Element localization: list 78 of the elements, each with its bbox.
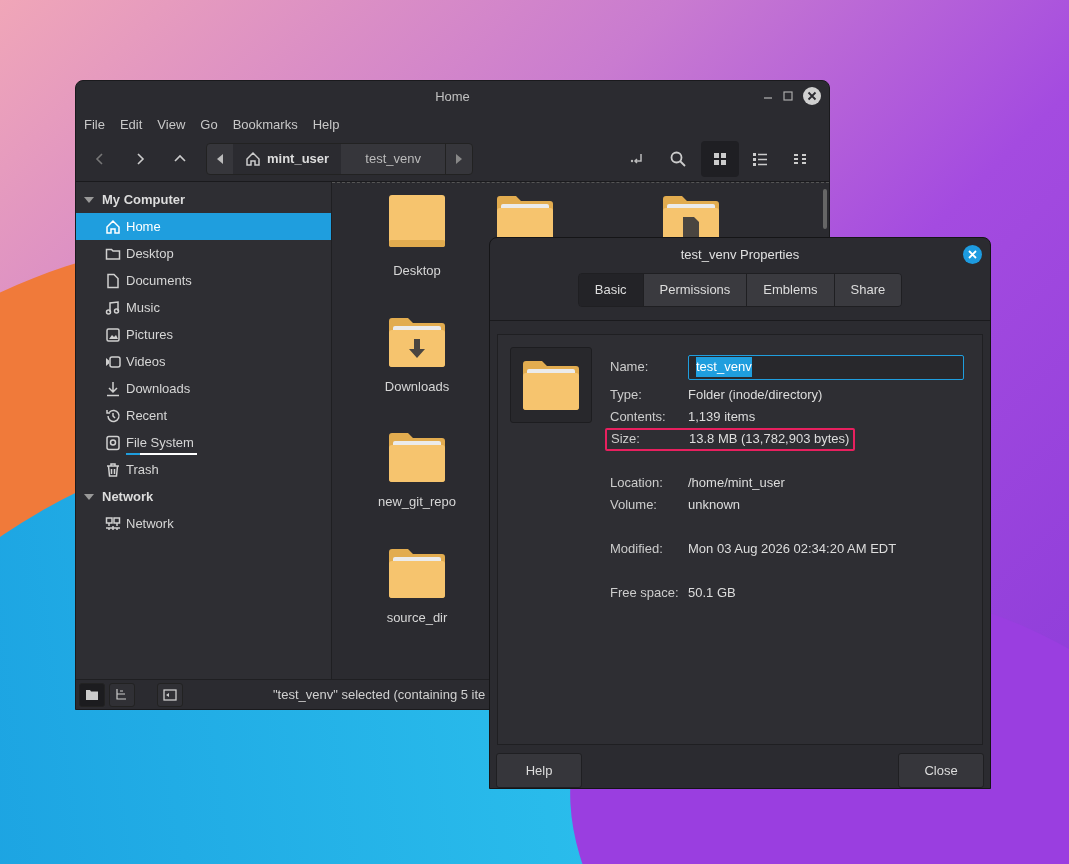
sidebar-item[interactable]: Network [76,510,331,537]
status-button[interactable] [157,682,183,707]
scroll-left-icon[interactable] [215,153,225,165]
home-icon [105,218,121,235]
field-label: Free space: [610,584,680,603]
status-button[interactable] [109,682,135,707]
menu-item[interactable]: Bookmarks [232,115,298,135]
tab[interactable]: Emblems [746,274,834,307]
field-value: unknown [688,496,741,515]
field-label: Name: [610,358,650,377]
scrollbar[interactable] [823,189,827,229]
window-title: Home [435,88,470,107]
sidebar-item[interactable]: Trash [76,456,331,483]
maximize-icon[interactable] [783,91,793,101]
grid-icon [712,151,728,167]
status-button[interactable] [79,682,105,707]
field-value: 1,139 items [688,408,756,427]
sidebar-item[interactable]: Desktop [76,240,331,267]
folder-icon [389,432,445,482]
folder-icon [523,360,579,411]
field-value: Mon 03 Aug 2026 02:34:20 AM EDT [688,540,897,559]
sidebar-item[interactable]: Recent [76,402,331,429]
close-icon[interactable] [803,87,821,105]
menu-item[interactable]: Help [312,115,340,135]
sidebar-item[interactable]: Music [76,294,331,321]
music-note-icon [105,299,121,316]
folder-icon [389,547,445,598]
field-label: Volume: [610,496,658,515]
picture-icon [105,326,121,343]
file-label[interactable]: Desktop [393,261,441,281]
download-folder-icon [389,316,445,367]
menu-item[interactable]: Go [200,115,218,135]
video-camera-icon [105,353,121,370]
home-icon [245,151,261,167]
expanded-icon[interactable] [84,194,94,205]
menu-item[interactable]: File [84,115,105,135]
field-label: Modified: [610,540,664,559]
help-button[interactable]: Help [496,753,582,788]
drive-icon [105,434,121,451]
file-label[interactable]: new_git_repo [377,492,457,512]
section-heading: My Computer [102,190,186,209]
close-icon[interactable] [963,245,982,264]
expanded-icon[interactable] [84,491,94,502]
status-text: "test_venv" selected (containing 5 ite [273,685,486,704]
view-button[interactable] [701,141,739,177]
tab[interactable]: Permissions [642,274,747,307]
file-label[interactable]: Downloads [384,376,450,396]
close-button[interactable]: Close [898,753,984,788]
section-heading: Network [102,487,154,506]
dialog-title: test_venv Properties [680,245,800,264]
history-icon [105,407,121,424]
tab[interactable]: Basic [578,274,643,307]
search-icon[interactable] [669,150,687,168]
field-label: Size: [611,430,641,449]
field-label: Contents: [610,408,667,427]
list-icon [752,151,768,167]
sidebar-item[interactable]: File System [76,429,331,456]
menu-item[interactable]: Edit [119,115,143,135]
download-icon [105,380,121,397]
field-label: Location: [610,474,664,493]
sidebar-item[interactable]: Documents [76,267,331,294]
field-value: 50.1 GB [688,584,736,603]
trash-icon [105,461,121,478]
compact-list-icon [792,151,808,167]
sidebar-item[interactable]: Videos [76,348,331,375]
sidebar-item[interactable]: Pictures [76,321,331,348]
sidebar-toggle-icon [162,686,178,703]
field-label: Type: [610,386,643,405]
sidebar-item[interactable]: Downloads [76,375,331,402]
path-button[interactable]: mint_user [233,144,342,174]
document-icon [105,272,121,289]
file-label[interactable]: source_dir [386,607,448,627]
field-value: /home/mint_user [688,474,785,493]
field-value: Folder (inode/directory) [688,386,823,405]
tab[interactable]: Share [833,274,902,307]
menu-item[interactable]: View [157,115,186,135]
network-icon [105,515,121,532]
field-value: 13.8 MB (13,782,903 bytes) [689,430,850,449]
